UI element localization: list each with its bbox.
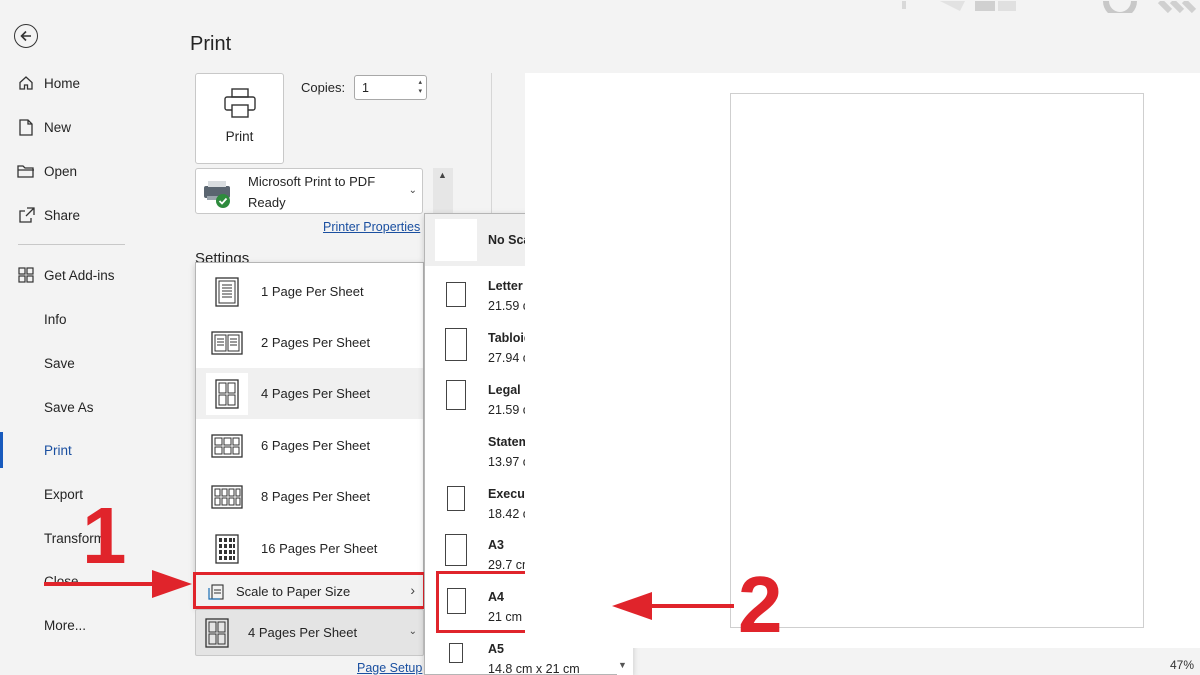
- paper-icon: [445, 328, 467, 361]
- annotation-highlight-scale: [193, 572, 426, 609]
- back-arrow-icon[interactable]: [14, 24, 38, 48]
- annotation-arrow-2: [612, 592, 734, 620]
- nav-item-more[interactable]: More...: [0, 610, 147, 640]
- menu-item-label: 4 Pages Per Sheet: [261, 386, 371, 401]
- nav-item-get-add-ins[interactable]: Get Add-ins: [0, 260, 147, 290]
- open-folder-icon: [17, 162, 35, 180]
- six-pages-icon: [210, 429, 244, 463]
- nav-label: Home: [44, 75, 81, 91]
- nav-item-info[interactable]: Info: [0, 304, 147, 334]
- nav-item-share[interactable]: Share: [0, 200, 147, 230]
- menu-item-1-page[interactable]: 1 Page Per Sheet: [196, 266, 423, 317]
- paper-name: A3: [488, 538, 504, 552]
- paper-icon: [446, 282, 466, 307]
- page-setup-link[interactable]: Page Setup: [357, 661, 422, 675]
- share-icon: [17, 206, 35, 224]
- nav-item-save[interactable]: Save: [0, 348, 147, 378]
- four-pages-icon: [206, 372, 248, 415]
- menu-item-label: 8 Pages Per Sheet: [261, 489, 371, 504]
- four-pages-icon: [204, 618, 230, 653]
- home-icon: [17, 74, 35, 92]
- no-scaling-icon: [435, 219, 477, 261]
- pages-per-sheet-value: 4 Pages Per Sheet: [248, 625, 358, 640]
- nav-label: Share: [44, 207, 81, 223]
- print-button[interactable]: Print: [195, 73, 284, 164]
- menu-item-label: 1 Page Per Sheet: [261, 284, 364, 299]
- eight-pages-icon: [210, 480, 244, 514]
- pages-per-sheet-menu: 1 Page Per Sheet 2 Pages Per Sheet 4 Pag…: [195, 262, 424, 608]
- nav-divider: [18, 244, 125, 245]
- nav-label: Get Add-ins: [44, 267, 115, 283]
- printer-ready-icon: [201, 178, 233, 208]
- pages-per-sheet-dropdown[interactable]: 4 Pages Per Sheet ⌄: [195, 609, 424, 656]
- printer-name: Microsoft Print to PDF: [248, 174, 376, 189]
- menu-item-2-pages[interactable]: 2 Pages Per Sheet: [196, 317, 423, 368]
- menu-item-8-pages[interactable]: 8 Pages Per Sheet: [196, 471, 423, 522]
- printer-status: Ready: [248, 195, 286, 210]
- menu-item-label: 6 Pages Per Sheet: [261, 438, 371, 453]
- copies-spinner-icon[interactable]: ▴ ▾: [418, 78, 422, 96]
- copies-label: Copies:: [301, 80, 346, 95]
- paper-name: Letter: [488, 279, 523, 293]
- chevron-down-icon: ⌄: [408, 185, 417, 196]
- print-button-label: Print: [225, 129, 254, 144]
- two-pages-icon: [210, 326, 244, 360]
- nav-label: Export: [44, 486, 84, 502]
- add-ins-icon: [17, 266, 35, 284]
- chevron-down-icon: ⌄: [408, 626, 417, 637]
- copies-input[interactable]: 1 ▴ ▾: [354, 75, 427, 100]
- nav-label: New: [44, 119, 72, 135]
- nav-label: More...: [44, 617, 87, 633]
- scroll-down-icon[interactable]: ▼: [618, 660, 627, 670]
- top-decoration: [880, 0, 1200, 18]
- menu-item-16-pages[interactable]: 16 Pages Per Sheet: [196, 523, 423, 574]
- paper-icon: [449, 643, 463, 663]
- zoom-level[interactable]: 47%: [1170, 658, 1194, 672]
- nav-item-print[interactable]: Print: [0, 435, 147, 465]
- nav-item-save-as[interactable]: Save As: [0, 392, 147, 422]
- annotation-step-2: 2: [738, 560, 783, 649]
- annotation-arrow-1: [44, 570, 192, 598]
- nav-label: Open: [44, 163, 78, 179]
- preview-page: [730, 93, 1144, 628]
- settings-scrollbar[interactable]: ▲: [433, 168, 453, 214]
- nav-label: Info: [44, 311, 67, 327]
- paper-dimensions: 14.8 cm x 21 cm: [488, 662, 580, 675]
- copies-value: 1: [362, 81, 369, 95]
- new-document-icon: [17, 118, 35, 136]
- paper-name: Legal: [488, 383, 521, 397]
- printer-dropdown[interactable]: Microsoft Print to PDF Ready ⌄: [195, 168, 423, 214]
- nav-label: Save As: [44, 399, 94, 415]
- menu-item-label: 16 Pages Per Sheet: [261, 541, 378, 556]
- vertical-divider: [491, 73, 492, 213]
- paper-icon: [446, 380, 466, 410]
- menu-item-4-pages[interactable]: 4 Pages Per Sheet: [196, 368, 423, 419]
- nav-label: Print: [44, 442, 72, 458]
- page-title: Print: [190, 33, 232, 55]
- nav-item-home[interactable]: Home: [0, 68, 147, 98]
- menu-item-6-pages[interactable]: 6 Pages Per Sheet: [196, 420, 423, 471]
- nav-item-new[interactable]: New: [0, 112, 147, 142]
- annotation-step-1: 1: [82, 491, 127, 580]
- paper-icon: [447, 486, 465, 511]
- printer-properties-link[interactable]: Printer Properties: [323, 220, 420, 234]
- nav-label: Save: [44, 355, 75, 371]
- paper-name: A5: [488, 642, 504, 656]
- nav-item-open[interactable]: Open: [0, 156, 147, 186]
- scroll-up-icon[interactable]: ▲: [438, 170, 447, 180]
- menu-item-label: 2 Pages Per Sheet: [261, 335, 371, 350]
- sixteen-pages-icon: [210, 532, 244, 566]
- printer-icon: [223, 88, 257, 123]
- one-page-icon: [210, 275, 244, 309]
- paper-icon: [445, 534, 467, 566]
